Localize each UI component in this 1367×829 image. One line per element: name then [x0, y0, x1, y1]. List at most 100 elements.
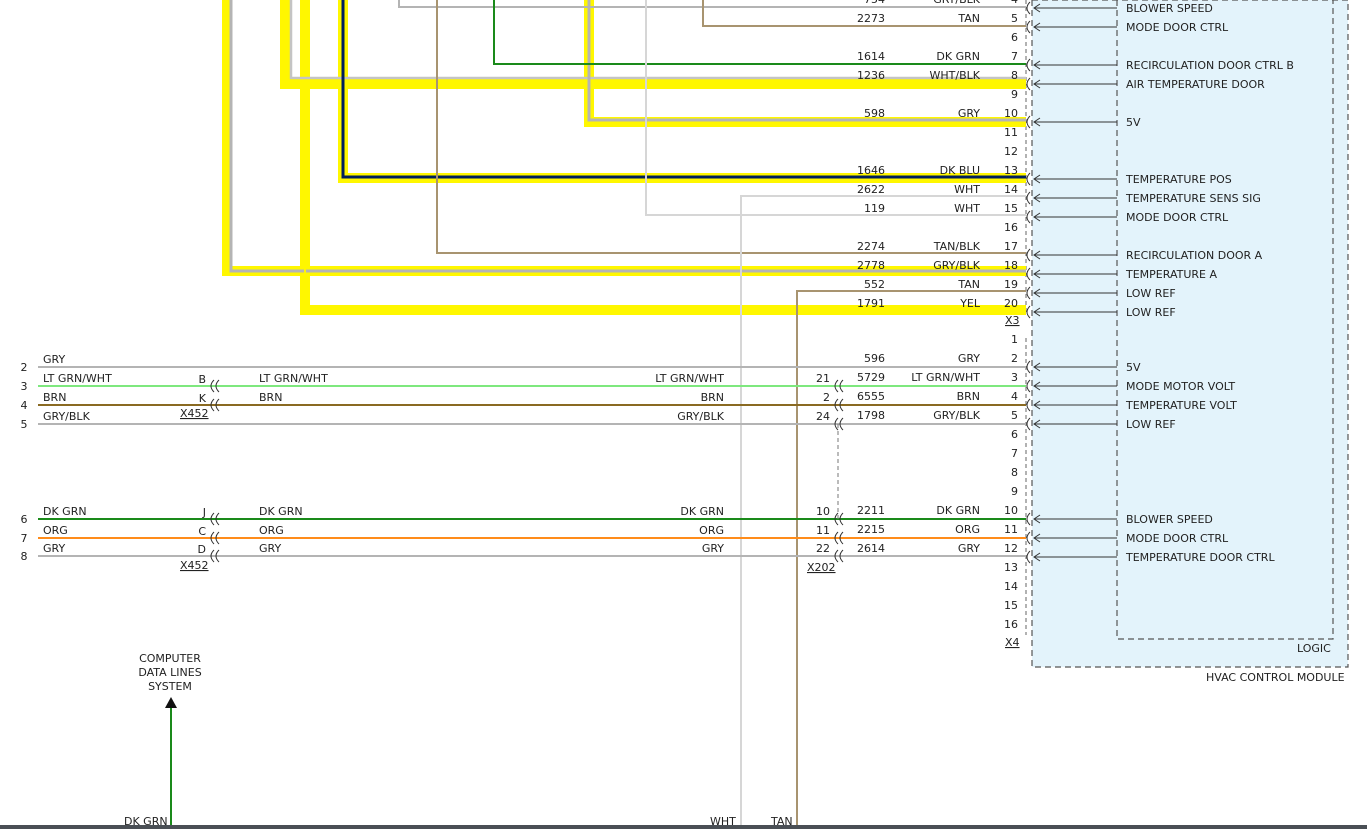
x4-pin-2: 2	[1011, 352, 1018, 365]
x4-color-12: GRY	[958, 542, 980, 555]
right-wire-color-3: LT GRN/WHT	[655, 372, 724, 385]
left-row-number-6: 6	[21, 513, 28, 526]
x3-circuit-19: 552	[864, 278, 885, 291]
window-bottom-edge	[0, 825, 1367, 829]
x3-color-15: WHT	[954, 202, 980, 215]
left-wire-color-7: ORG	[43, 524, 68, 537]
x3-pin-12: 12	[1004, 145, 1018, 158]
x4-signal-4: TEMPERATURE VOLT	[1125, 399, 1237, 412]
x4-terminal-3	[1026, 379, 1031, 393]
x3-terminal-4	[1026, 1, 1031, 15]
mid-wire-color-7: ORG	[259, 524, 284, 537]
x3-signal-7: RECIRCULATION DOOR CTRL B	[1126, 59, 1294, 72]
x3-signal-18: TEMPERATURE A	[1125, 268, 1217, 281]
x4-circuit-2: 596	[864, 352, 885, 365]
x3-color-5: TAN	[957, 12, 980, 25]
left-wires	[38, 366, 1026, 829]
connector-x4-label: X4	[1005, 636, 1020, 649]
x3-terminal-19	[1026, 286, 1031, 300]
mid-wire-color-6: DK GRN	[259, 505, 303, 518]
wire-highlight-pin8	[280, 0, 1026, 89]
x202-pin-22: 22	[816, 542, 830, 555]
x3-signal-19: LOW REF	[1126, 287, 1176, 300]
x4-pin-3: 3	[1011, 371, 1018, 384]
x3-circuit-13: 1646	[857, 164, 885, 177]
x4-pin-9: 9	[1011, 485, 1018, 498]
x4-terminal-11	[1026, 531, 1031, 545]
x4-pin-10: 10	[1004, 504, 1018, 517]
x4-pin-8: 8	[1011, 466, 1018, 479]
x4-signal-3: MODE MOTOR VOLT	[1126, 380, 1235, 393]
x3-circuit-10: 598	[864, 107, 885, 120]
x3-terminal-10	[1026, 115, 1031, 129]
x3-signal-20: LOW REF	[1126, 306, 1176, 319]
left-row-number-8: 8	[21, 550, 28, 563]
x3-pin-14: 14	[1004, 183, 1018, 196]
mid-wire-color-4: BRN	[259, 391, 282, 404]
x3-circuit-18: 2778	[857, 259, 885, 272]
arrow-up-icon	[165, 697, 177, 708]
x4-color-2: GRY	[958, 352, 980, 365]
x3-circuit-20: 1791	[857, 297, 885, 310]
x3-signal-5: MODE DOOR CTRL	[1126, 21, 1229, 34]
x3-color-20: YEL	[959, 297, 981, 310]
x3-color-8: WHT/BLK	[930, 69, 981, 82]
x3-terminal-7	[1026, 58, 1031, 72]
x3-terminal-8	[1026, 77, 1031, 91]
x452-pin-C: C	[198, 525, 206, 538]
x3-pin-18: 18	[1004, 259, 1018, 272]
x202-pin-2: 2	[823, 391, 830, 404]
x3-terminal-14	[1026, 191, 1031, 205]
x4-circuit-10: 2211	[857, 504, 885, 517]
x3-pin-8: 8	[1011, 69, 1018, 82]
left-wire-color-2: GRY	[43, 353, 65, 366]
x4-terminal-2	[1026, 360, 1031, 374]
x3-circuit-7: 1614	[857, 50, 885, 63]
x3-pin-16: 16	[1004, 221, 1018, 234]
x3-terminal-13	[1026, 172, 1031, 186]
x3-terminal-20	[1026, 305, 1031, 319]
x4-pin-11: 11	[1004, 523, 1018, 536]
x3-pin-9: 9	[1011, 88, 1018, 101]
x3-color-14: WHT	[954, 183, 980, 196]
x3-pin-17: 17	[1004, 240, 1018, 253]
x3-pin-5: 5	[1011, 12, 1018, 25]
x4-terminal-5	[1026, 417, 1031, 431]
hvac-module-box	[1031, 0, 1349, 668]
x3-color-10: GRY	[958, 107, 980, 120]
wire-wht-blk-pin8	[289, 0, 1026, 80]
x3-pin-4: 4	[1011, 0, 1018, 6]
mid-wire-color-8: GRY	[259, 542, 281, 555]
x4-pin-7: 7	[1011, 447, 1018, 460]
left-wire-color-5: GRY/BLK	[43, 410, 91, 423]
x452-pin-K: K	[199, 392, 207, 405]
x202-pin-11: 11	[816, 524, 830, 537]
left-row-number-4: 4	[21, 399, 28, 412]
left-row-number-5: 5	[21, 418, 28, 431]
left-wire-color-8: GRY	[43, 542, 65, 555]
x4-color-3: LT GRN/WHT	[911, 371, 980, 384]
x452-pin-D: D	[198, 543, 206, 556]
x3-terminal-15	[1026, 210, 1031, 224]
x4-signal-11: MODE DOOR CTRL	[1126, 532, 1229, 545]
x3-signal-17: RECIRCULATION DOOR A	[1126, 249, 1263, 262]
x4-pin-12: 12	[1004, 542, 1018, 555]
left-labels: 2 GRY 3 LT GRN/WHT B LT GRN/WHT LT GRN/WHT 21 4 B…	[21, 353, 831, 563]
x4-pin-5: 5	[1011, 409, 1018, 422]
x4-circuit-3: 5729	[857, 371, 885, 384]
x3-signal-10: 5V	[1126, 116, 1141, 129]
x3-circuit-4: 754	[864, 0, 885, 6]
x4-circuit-11: 2215	[857, 523, 885, 536]
x202-pin-21: 21	[816, 372, 830, 385]
x3-signal-14: TEMPERATURE SENS SIG	[1125, 192, 1261, 205]
left-wire-color-3: LT GRN/WHT	[43, 372, 112, 385]
x3-circuit-5: 2273	[857, 12, 885, 25]
left-row-number-3: 3	[21, 380, 28, 393]
x202-pin-24: 24	[816, 410, 830, 423]
connector-x452-label-bottom: X452	[180, 559, 209, 572]
x4-signal-5: LOW REF	[1126, 418, 1176, 431]
x202-pin-10: 10	[816, 505, 830, 518]
x452-pin-J: J	[202, 506, 206, 519]
x4-color-11: ORG	[955, 523, 980, 536]
x3-color-18: GRY/BLK	[933, 259, 981, 272]
